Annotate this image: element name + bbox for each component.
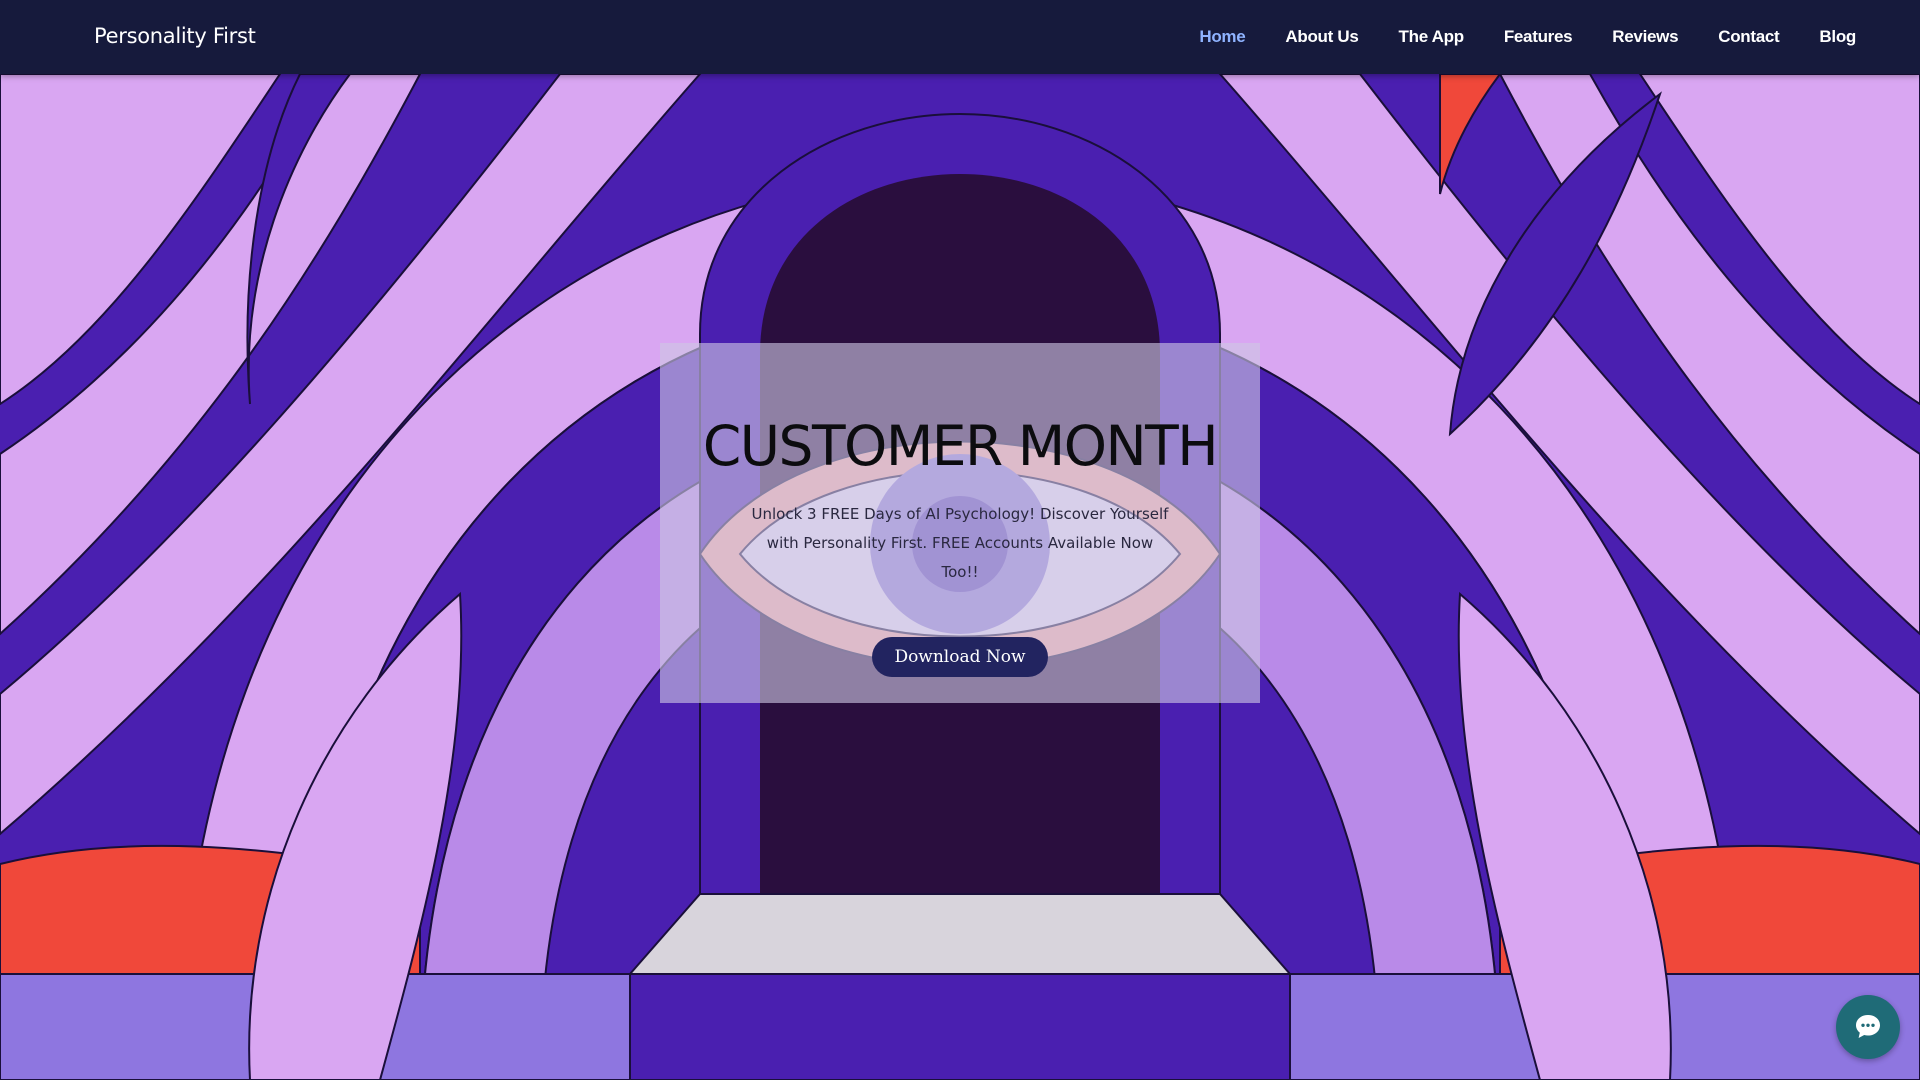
nav-item-blog[interactable]: Blog xyxy=(1819,27,1856,47)
nav-item-about-us[interactable]: About Us xyxy=(1285,27,1358,47)
promo-subtitle: Unlock 3 FREE Days of AI Psychology! Dis… xyxy=(751,505,1169,581)
promo-card: CUSTOMER MONTH Unlock 3 FREE Days of AI … xyxy=(660,343,1260,703)
nav-item-contact[interactable]: Contact xyxy=(1718,27,1779,47)
chat-widget-button[interactable] xyxy=(1836,995,1900,1059)
nav-item-reviews[interactable]: Reviews xyxy=(1612,27,1678,47)
promo-title: CUSTOMER MONTH xyxy=(702,414,1219,478)
nav-item-home[interactable]: Home xyxy=(1199,27,1245,47)
nav-item-features[interactable]: Features xyxy=(1504,27,1573,47)
site-header: Personality First Home About Us The App … xyxy=(0,0,1920,74)
nav-item-the-app[interactable]: The App xyxy=(1399,27,1465,47)
site-logo-text[interactable]: Personality First xyxy=(94,24,256,48)
page: Personality First Home About Us The App … xyxy=(0,0,1920,1080)
main-nav: Home About Us The App Features Reviews C… xyxy=(1159,0,1856,74)
chat-bubble-icon xyxy=(1856,1015,1880,1038)
download-now-button[interactable]: Download Now xyxy=(872,637,1048,677)
